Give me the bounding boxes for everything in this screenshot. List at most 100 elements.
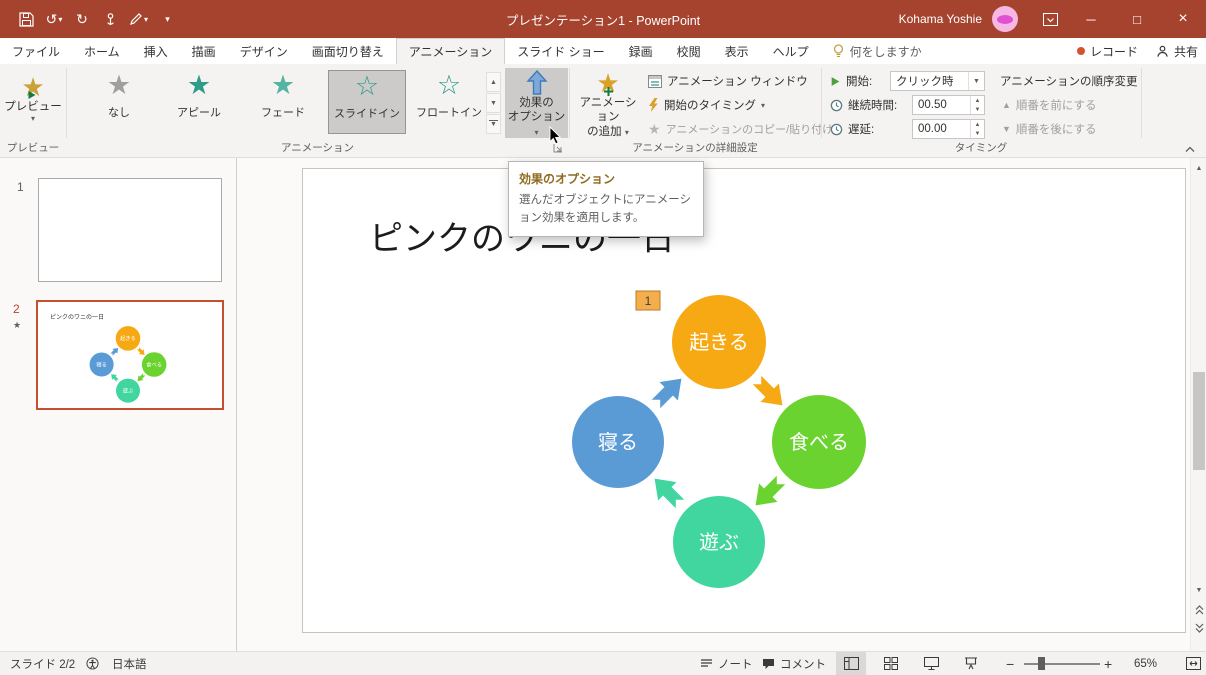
animation-appear[interactable]: ★ アピール: [160, 70, 238, 134]
svg-text:食べる: 食べる: [789, 431, 849, 454]
add-animation-button[interactable]: ★ アニメーション の追加 ▾: [575, 68, 641, 138]
gallery-more-icon[interactable]: ▼: [486, 114, 501, 134]
share-button[interactable]: 共有: [1156, 43, 1198, 60]
diagram-node-play[interactable]: 遊ぶ: [673, 496, 765, 588]
start-select[interactable]: クリック時 ▼: [890, 71, 985, 91]
star-slidein-icon: ☆: [354, 71, 380, 101]
vertical-scrollbar[interactable]: ▲ ▼: [1190, 158, 1206, 651]
tab-insert[interactable]: 挿入: [132, 38, 180, 64]
minimize-button[interactable]: ─: [1068, 0, 1114, 38]
notes-button[interactable]: ノート: [700, 652, 753, 675]
close-button[interactable]: ×: [1160, 0, 1206, 38]
animation-float-in[interactable]: ☆ フロートイン: [410, 70, 488, 134]
tab-help[interactable]: ヘルプ: [761, 38, 821, 64]
slideshow-icon: [965, 657, 977, 670]
animation-indicator-icon: ★: [13, 320, 22, 330]
slide-sorter-icon: [884, 657, 898, 670]
maximize-button[interactable]: □: [1114, 0, 1160, 38]
save-icon[interactable]: [14, 4, 38, 34]
zoom-out-button[interactable]: −: [1006, 652, 1014, 675]
arrow-bottom-left: [654, 478, 685, 509]
slide-counter: スライド 2/2: [10, 658, 76, 671]
account-avatar[interactable]: [992, 6, 1018, 32]
tab-recording[interactable]: 録画: [617, 38, 665, 64]
previous-slide-icon[interactable]: [1191, 602, 1206, 618]
tab-slideshow[interactable]: スライド ショー: [505, 38, 616, 64]
tab-review[interactable]: 校閲: [665, 38, 713, 64]
slideshow-view-button[interactable]: [956, 652, 986, 675]
tab-animations[interactable]: アニメーション: [395, 38, 506, 64]
spin-down-icon[interactable]: ▼: [971, 105, 984, 114]
duration-input[interactable]: 00.50 ▲ ▼: [912, 95, 985, 115]
window-title: プレゼンテーション1 - PowerPoint: [505, 13, 701, 28]
tab-transitions[interactable]: 画面切り替え: [300, 38, 396, 64]
zoom-slider-thumb[interactable]: [1038, 657, 1045, 670]
tab-file[interactable]: ファイル: [0, 38, 72, 64]
preview-icon: ★: [21, 72, 45, 102]
tellme-search[interactable]: 何をしますか: [821, 38, 934, 64]
tab-draw[interactable]: 描画: [180, 38, 228, 64]
record-button[interactable]: レコード: [1076, 43, 1138, 60]
svg-text:起きる: 起きる: [120, 335, 136, 342]
delay-clock-icon: [830, 123, 843, 135]
scrollbar-thumb[interactable]: [1193, 372, 1205, 470]
spin-up-icon[interactable]: ▲: [971, 120, 984, 129]
animation-pane-button[interactable]: アニメーション ウィンドウ: [648, 70, 808, 92]
diagram-node-wake[interactable]: 起きる: [672, 295, 766, 389]
ribbon-display-options-icon[interactable]: [1032, 0, 1068, 38]
tab-view[interactable]: 表示: [713, 38, 761, 64]
reading-view-button[interactable]: [916, 652, 946, 675]
zoom-in-button[interactable]: +: [1104, 652, 1112, 675]
animation-slide-in[interactable]: ☆ スライドイン: [328, 70, 406, 134]
thumbnail-title: ピンクのワニの一日: [50, 315, 105, 321]
slide-2-thumbnail[interactable]: ピンクのワニの一日 起きる 食べる 遊ぶ 寝る: [36, 300, 224, 410]
collapse-ribbon-icon[interactable]: [1184, 144, 1196, 156]
undo-icon[interactable]: ↺ ▾: [42, 4, 66, 34]
diagram-node-sleep[interactable]: 寝る: [572, 396, 664, 488]
comments-button[interactable]: コメント: [762, 652, 826, 675]
tab-design[interactable]: デザイン: [228, 38, 300, 64]
trigger-button[interactable]: 開始のタイミング ▾: [648, 94, 765, 116]
slide-sorter-view-button[interactable]: [876, 652, 906, 675]
normal-view-icon: [843, 657, 859, 670]
up-arrow-icon: [525, 70, 548, 96]
zoom-level[interactable]: 65%: [1134, 652, 1157, 675]
customize-qat-icon[interactable]: ▾: [155, 4, 179, 34]
delay-label: 遅延:: [848, 124, 875, 136]
arrow-top-right: [752, 375, 783, 406]
animation-fade[interactable]: ★ フェード: [244, 70, 322, 134]
cycle-arrows: [651, 375, 786, 509]
next-slide-icon[interactable]: [1191, 620, 1206, 636]
gallery-scroll-down-icon[interactable]: ▼: [486, 93, 501, 113]
account-name[interactable]: Kohama Yoshie: [899, 12, 982, 26]
language-button[interactable]: 日本語: [112, 652, 147, 675]
accessibility-icon[interactable]: [86, 652, 99, 675]
preview-button[interactable]: ★ プレビュー ▾: [2, 68, 64, 138]
normal-view-button[interactable]: [836, 652, 866, 675]
touch-mode-icon[interactable]: [98, 4, 122, 34]
animation-none[interactable]: ★ なし: [80, 70, 158, 134]
scroll-down-icon[interactable]: ▼: [1191, 582, 1206, 598]
mouse-cursor: [549, 125, 562, 148]
group-label-advanced: アニメーションの詳細設定: [632, 142, 758, 154]
fit-to-window-button[interactable]: [1178, 652, 1206, 675]
pen-icon[interactable]: ▾: [126, 4, 151, 34]
star-teal-icon: ★: [186, 70, 212, 100]
redo-icon[interactable]: ↻: [70, 4, 94, 34]
start-play-icon: [831, 76, 840, 86]
slide-editing-surface[interactable]: ピンクのワニの一日 起きる 食べる 遊ぶ 寝る 1: [302, 168, 1186, 633]
slide-1-thumbnail[interactable]: [38, 178, 222, 282]
lightning-icon: [649, 98, 658, 112]
delay-input[interactable]: 00.00 ▲ ▼: [912, 119, 985, 139]
scroll-up-icon[interactable]: ▲: [1191, 160, 1206, 176]
spin-up-icon[interactable]: ▲: [971, 96, 984, 105]
slide-thumbnail-panel: 1 2 ★ ピンクのワニの一日 起きる 食べる 遊ぶ 寝る: [0, 158, 237, 651]
tab-home[interactable]: ホーム: [72, 38, 132, 64]
notes-icon: [701, 658, 712, 667]
title-bar: ↺ ▾ ↻ ▾ ▾ プレゼンテーション1 - PowerPoint Kohama …: [0, 0, 1206, 38]
chevron-down-icon[interactable]: ▼: [968, 72, 984, 90]
diagram-node-eat[interactable]: 食べる: [772, 395, 866, 489]
zoom-slider-track[interactable]: [1024, 663, 1100, 665]
spin-down-icon[interactable]: ▼: [971, 129, 984, 138]
gallery-scroll-up-icon[interactable]: ▲: [486, 72, 501, 92]
